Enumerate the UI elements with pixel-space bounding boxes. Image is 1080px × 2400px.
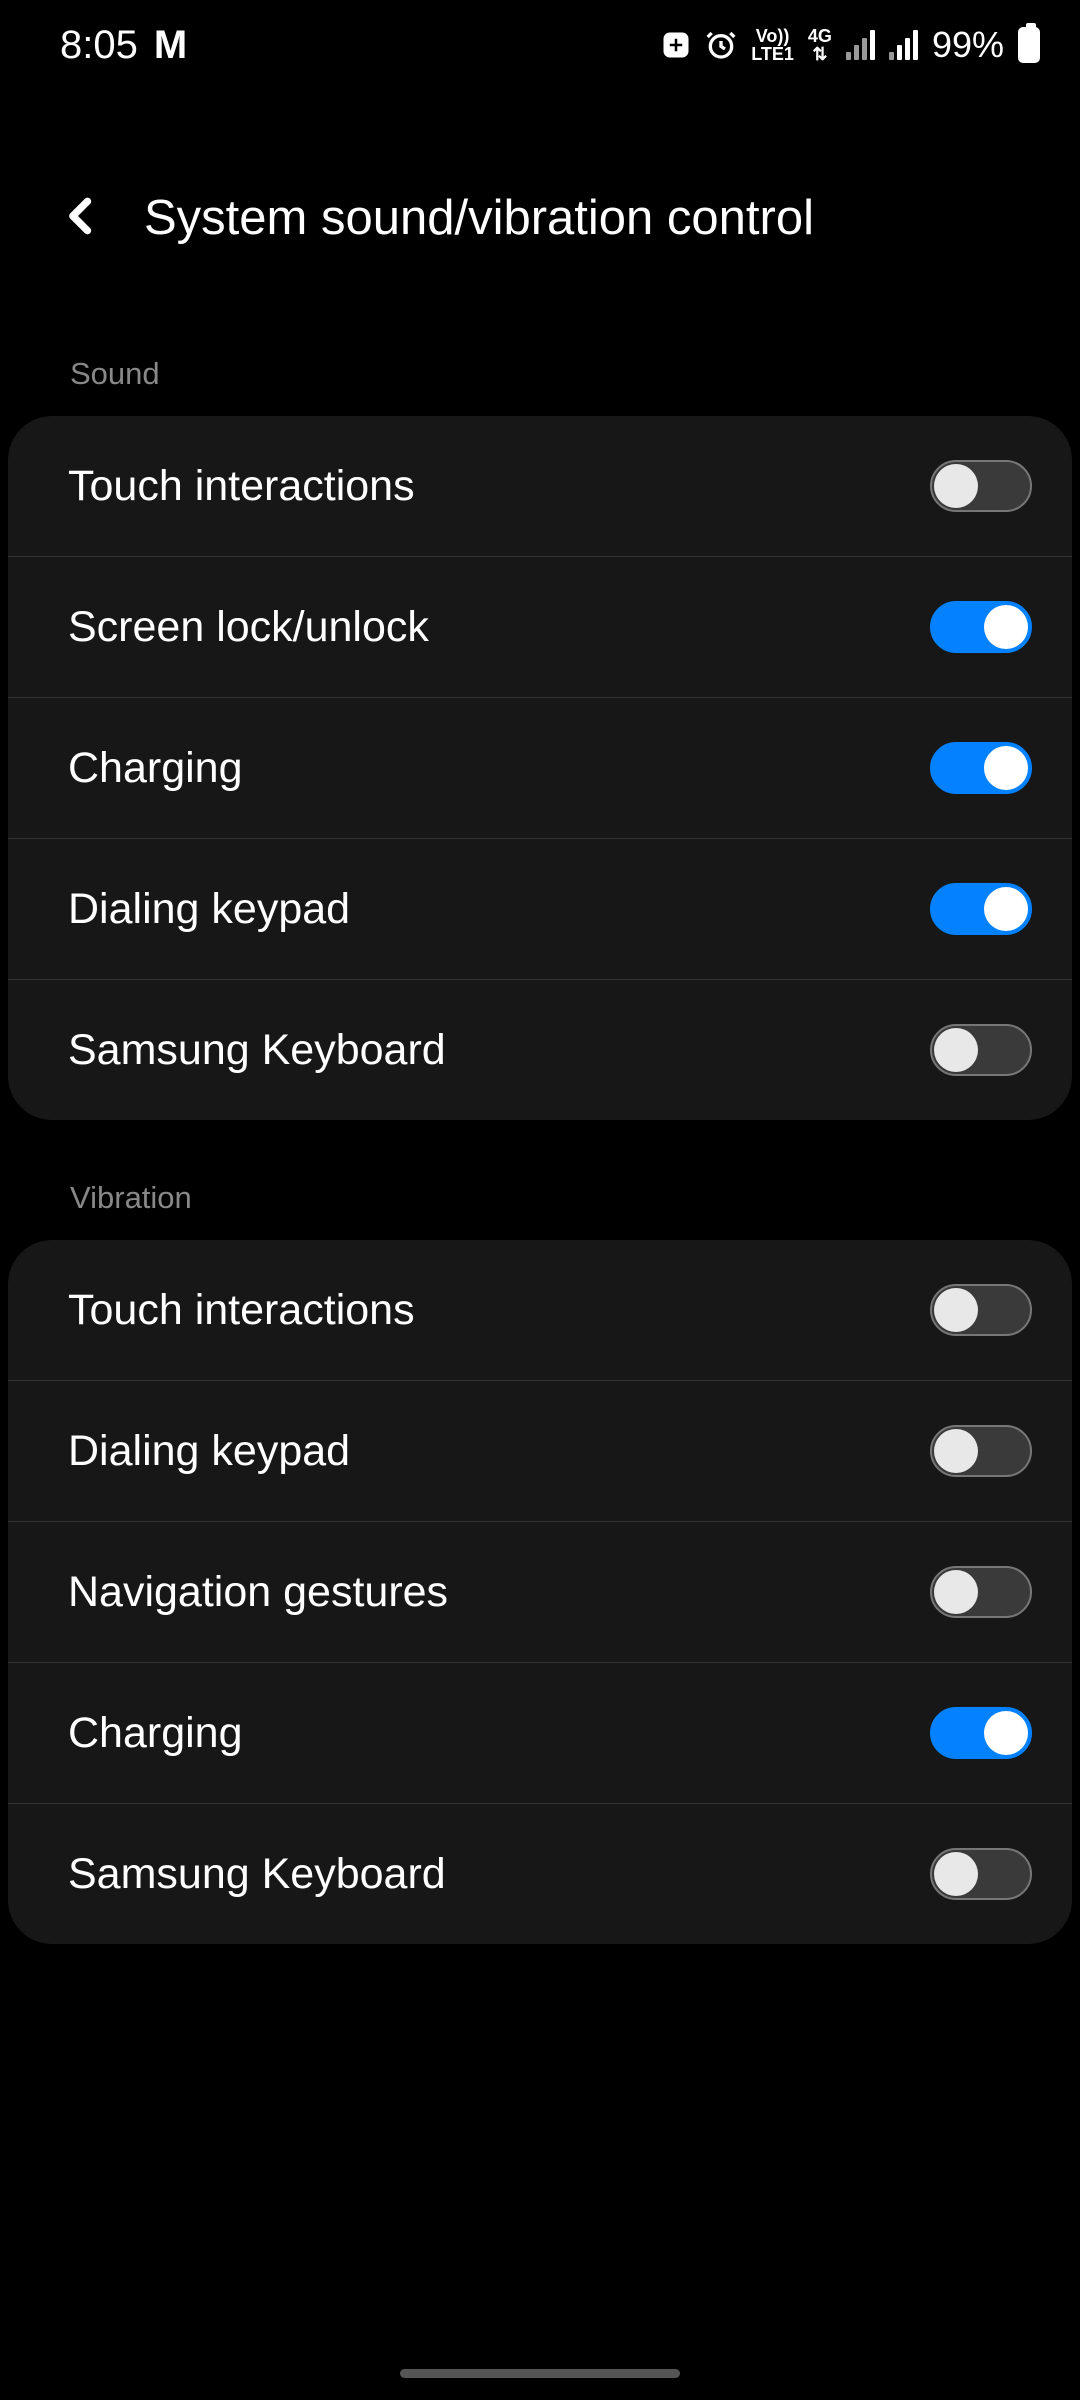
row-vibration-dialing-keypad[interactable]: Dialing keypad xyxy=(8,1381,1072,1522)
signal-2-icon xyxy=(889,30,918,60)
toggle-sound-charging[interactable] xyxy=(930,742,1032,794)
row-label: Dialing keypad xyxy=(68,1427,350,1476)
row-vibration-touch-interactions[interactable]: Touch interactions xyxy=(8,1240,1072,1381)
home-indicator[interactable] xyxy=(400,2369,680,2378)
row-sound-samsung-keyboard[interactable]: Samsung Keyboard xyxy=(8,980,1072,1120)
alarm-icon xyxy=(705,29,737,61)
row-sound-touch-interactions[interactable]: Touch interactions xyxy=(8,416,1072,557)
gmail-icon: M xyxy=(154,23,187,68)
row-label: Samsung Keyboard xyxy=(68,1026,446,1075)
row-label: Touch interactions xyxy=(68,1286,415,1335)
4g-icon: 4G ⇅ xyxy=(808,27,832,63)
toggle-vibration-dialing-keypad[interactable] xyxy=(930,1425,1032,1477)
toggle-sound-touch-interactions[interactable] xyxy=(930,460,1032,512)
row-label: Screen lock/unlock xyxy=(68,603,429,652)
row-label: Touch interactions xyxy=(68,462,415,511)
status-left: 8:05 M xyxy=(60,23,187,68)
row-label: Navigation gestures xyxy=(68,1568,448,1617)
volte-icon: Vo)) LTE1 xyxy=(751,27,794,63)
toggle-vibration-touch-interactions[interactable] xyxy=(930,1284,1032,1336)
data-saver-icon xyxy=(661,30,691,60)
row-vibration-navigation-gestures[interactable]: Navigation gestures xyxy=(8,1522,1072,1663)
row-vibration-samsung-keyboard[interactable]: Samsung Keyboard xyxy=(8,1804,1072,1944)
row-label: Charging xyxy=(68,1709,243,1758)
row-vibration-charging[interactable]: Charging xyxy=(8,1663,1072,1804)
row-sound-charging[interactable]: Charging xyxy=(8,698,1072,839)
toggle-sound-screen-lock[interactable] xyxy=(930,601,1032,653)
sound-card: Touch interactions Screen lock/unlock Ch… xyxy=(8,416,1072,1120)
row-label: Dialing keypad xyxy=(68,885,350,934)
back-button[interactable] xyxy=(60,194,104,243)
section-label-vibration: Vibration xyxy=(0,1120,1080,1240)
section-label-sound: Sound xyxy=(0,286,1080,416)
toggle-vibration-navigation-gestures[interactable] xyxy=(930,1566,1032,1618)
toggle-vibration-charging[interactable] xyxy=(930,1707,1032,1759)
header: System sound/vibration control xyxy=(0,90,1080,286)
toggle-sound-dialing-keypad[interactable] xyxy=(930,883,1032,935)
page-title: System sound/vibration control xyxy=(144,190,814,246)
signal-1-icon xyxy=(846,30,875,60)
status-time: 8:05 xyxy=(60,23,138,68)
row-sound-screen-lock[interactable]: Screen lock/unlock xyxy=(8,557,1072,698)
row-sound-dialing-keypad[interactable]: Dialing keypad xyxy=(8,839,1072,980)
row-label: Charging xyxy=(68,744,243,793)
battery-icon xyxy=(1018,27,1040,63)
toggle-sound-samsung-keyboard[interactable] xyxy=(930,1024,1032,1076)
status-bar: 8:05 M Vo)) LTE1 4G ⇅ xyxy=(0,0,1080,90)
toggle-vibration-samsung-keyboard[interactable] xyxy=(930,1848,1032,1900)
vibration-card: Touch interactions Dialing keypad Naviga… xyxy=(8,1240,1072,1944)
status-right: Vo)) LTE1 4G ⇅ 9 xyxy=(661,24,1040,66)
row-label: Samsung Keyboard xyxy=(68,1850,446,1899)
battery-percent: 99% xyxy=(932,24,1004,66)
